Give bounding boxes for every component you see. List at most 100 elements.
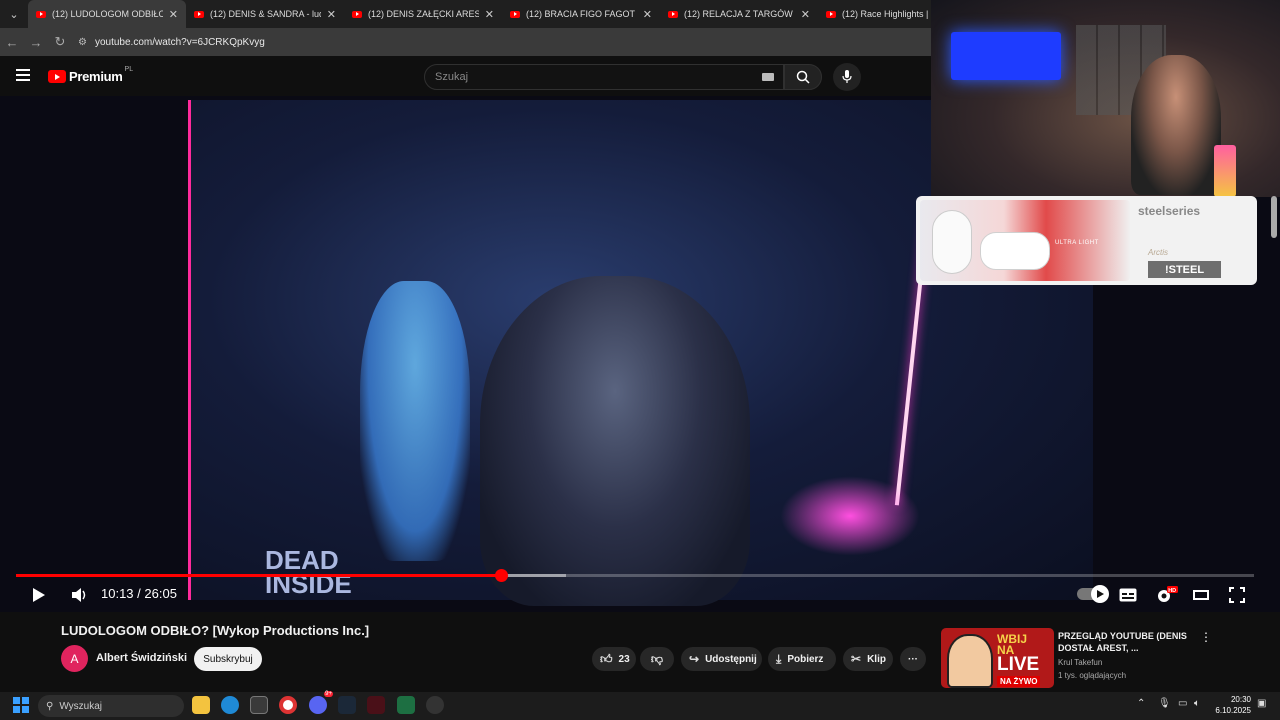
sponsor-banner: ULTRA LIGHT steelseries Arctis !STEEL (916, 196, 1257, 285)
recommendation-channel[interactable]: Krul Takefun (1058, 658, 1102, 667)
clip-label: Klip (867, 653, 886, 665)
steelseries-logo: steelseries (1138, 204, 1201, 218)
theater-mode-icon (1193, 590, 1209, 600)
taskbar-search[interactable]: ⚲ Wyszukaj (38, 695, 184, 717)
keyboard-icon[interactable] (762, 73, 774, 81)
settings-button[interactable]: HD (1155, 584, 1179, 606)
play-button[interactable] (30, 584, 48, 606)
notification-icon[interactable]: ▣ (1257, 698, 1266, 709)
drink-can (1214, 145, 1236, 197)
search-icon (796, 70, 810, 84)
theater-mode-button[interactable] (1191, 584, 1211, 606)
volume-button[interactable] (70, 584, 90, 606)
page-scrollbar[interactable] (1271, 196, 1277, 238)
like-button[interactable]: 👍︎ 23 (592, 647, 636, 671)
like-count: 23 (618, 653, 630, 665)
windows-start-icon[interactable] (13, 697, 29, 713)
speaker-icon[interactable]: 🔈︎ (1194, 698, 1200, 709)
more-vertical-icon[interactable]: ⋮ (1200, 630, 1212, 644)
store-icon[interactable] (250, 696, 268, 714)
thumbnail-face (947, 634, 993, 688)
game-app-icon[interactable] (367, 696, 385, 714)
browser-tab[interactable]: (12) BRACIA FIGO FAGOT - SIW ✕ (502, 0, 660, 28)
tab-close-icon[interactable]: ✕ (485, 8, 494, 21)
browser-tab-active[interactable]: (12) LUDOLOGOM ODBIŁO? [W ✕ (28, 0, 186, 28)
autoplay-play-icon (1091, 585, 1109, 603)
play-icon (33, 588, 45, 602)
tab-search-chevron-icon[interactable]: ⌄ (0, 0, 28, 28)
chrome-icon[interactable] (279, 696, 297, 714)
voice-search-button[interactable] (833, 63, 861, 91)
more-actions-button[interactable]: ··· (900, 647, 926, 671)
edge-icon[interactable] (221, 696, 239, 714)
steam-icon[interactable] (338, 696, 356, 714)
video-title: LUDOLOGOM ODBIŁO? [Wykop Productions Inc… (61, 623, 370, 638)
thumbs-up-icon: 👍︎ (600, 651, 613, 666)
subtitles-button[interactable] (1118, 584, 1138, 606)
progress-bar[interactable] (16, 574, 1254, 577)
mouse-image (932, 210, 972, 274)
webcam-overlay (931, 0, 1280, 197)
tab-title: (12) RELACJA Z TARGÓW FIWE (684, 9, 795, 19)
recommendation-thumbnail[interactable]: WBIJ NA LIVE NA ŻYWO (941, 628, 1054, 688)
subtitles-icon (1119, 588, 1137, 602)
share-label: Udostępnij (705, 653, 757, 665)
blue-monitor (951, 32, 1061, 80)
download-label: Pobierz (787, 653, 824, 665)
share-button[interactable]: ↪ Udostępnij (681, 647, 762, 671)
download-icon: ⤓ (776, 651, 782, 666)
url-field[interactable]: ⚙ youtube.com/watch?v=6JCRKQpKvyg (78, 37, 265, 48)
tab-close-icon[interactable]: ✕ (643, 8, 652, 21)
browser-tab[interactable]: (12) DENIS ZAŁĘCKI ARESZTOW ✕ (344, 0, 502, 28)
fullscreen-button[interactable] (1227, 584, 1247, 606)
channel-avatar[interactable]: A (61, 645, 88, 672)
browser-tab[interactable]: (12) RELACJA Z TARGÓW FIWE ✕ (660, 0, 818, 28)
thumbs-down-icon: 👎︎ (650, 651, 664, 666)
menu-icon[interactable] (16, 69, 30, 81)
network-icon[interactable]: ▭ (1178, 698, 1187, 709)
search-icon: ⚲ (46, 700, 54, 712)
recommendation-viewers: 1 tys. oglądających (1058, 671, 1127, 680)
youtube-favicon-icon (668, 10, 678, 18)
dislike-button[interactable]: 👎︎ (640, 647, 674, 671)
autoplay-toggle[interactable] (1077, 585, 1109, 603)
clock-time: 20:30 (1230, 695, 1251, 704)
tab-title: (12) DENIS & SANDRA - ludzie (210, 9, 321, 19)
obs-icon[interactable] (426, 696, 444, 714)
sponsor-product-image: ULTRA LIGHT (920, 200, 1130, 281)
taskbar-clock[interactable]: 20:30 6.10.2025 (1213, 694, 1251, 716)
tab-close-icon[interactable]: ✕ (801, 8, 810, 21)
tray-chevron-up-icon[interactable]: ⌃ (1137, 698, 1145, 709)
streamer-figure (1131, 55, 1221, 195)
thumb-text-wbij: WBIJ NA (997, 632, 1027, 657)
region-code: PL (124, 66, 134, 73)
youtube-premium-logo[interactable]: Premium PL (48, 66, 134, 84)
current-time: 10:13 (101, 586, 134, 601)
back-arrow-icon[interactable]: ← (0, 35, 24, 50)
microphone-tray-icon[interactable]: 🎙︎ (1158, 698, 1171, 709)
reload-icon[interactable]: ↻ (48, 34, 72, 50)
share-icon: ↪ (689, 652, 700, 666)
tab-close-icon[interactable]: ✕ (327, 8, 336, 21)
search-button[interactable] (784, 64, 822, 90)
tab-close-icon[interactable]: ✕ (169, 8, 178, 21)
browser-tab[interactable]: (12) DENIS & SANDRA - ludzie ✕ (186, 0, 344, 28)
subscribe-button[interactable]: Subskrybuj (194, 647, 262, 671)
recommendation-title[interactable]: PRZEGLĄD YOUTUBE (DENIS DOSTAŁ AREST, ..… (1058, 630, 1188, 654)
played-bar (16, 574, 502, 577)
thumb-text-live: LIVE (997, 654, 1040, 675)
clip-button[interactable]: ✂ Klip (843, 647, 893, 671)
site-info-icon[interactable]: ⚙ (78, 37, 87, 48)
excel-icon[interactable] (397, 696, 415, 714)
product-line-text: ULTRA LIGHT (1055, 240, 1099, 246)
search-input[interactable] (425, 65, 745, 89)
forward-arrow-icon[interactable]: → (24, 35, 48, 50)
fullscreen-icon (1229, 587, 1245, 603)
download-button[interactable]: ⤓ Pobierz (768, 647, 836, 671)
channel-name[interactable]: Albert Świdziński (96, 652, 187, 664)
duration: 26:05 (144, 586, 177, 601)
file-explorer-icon[interactable] (192, 696, 210, 714)
tab-title: (12) DENIS ZAŁĘCKI ARESZTOW (368, 9, 479, 19)
youtube-favicon-icon (826, 10, 836, 18)
discord-icon[interactable]: 9+ (309, 691, 333, 714)
